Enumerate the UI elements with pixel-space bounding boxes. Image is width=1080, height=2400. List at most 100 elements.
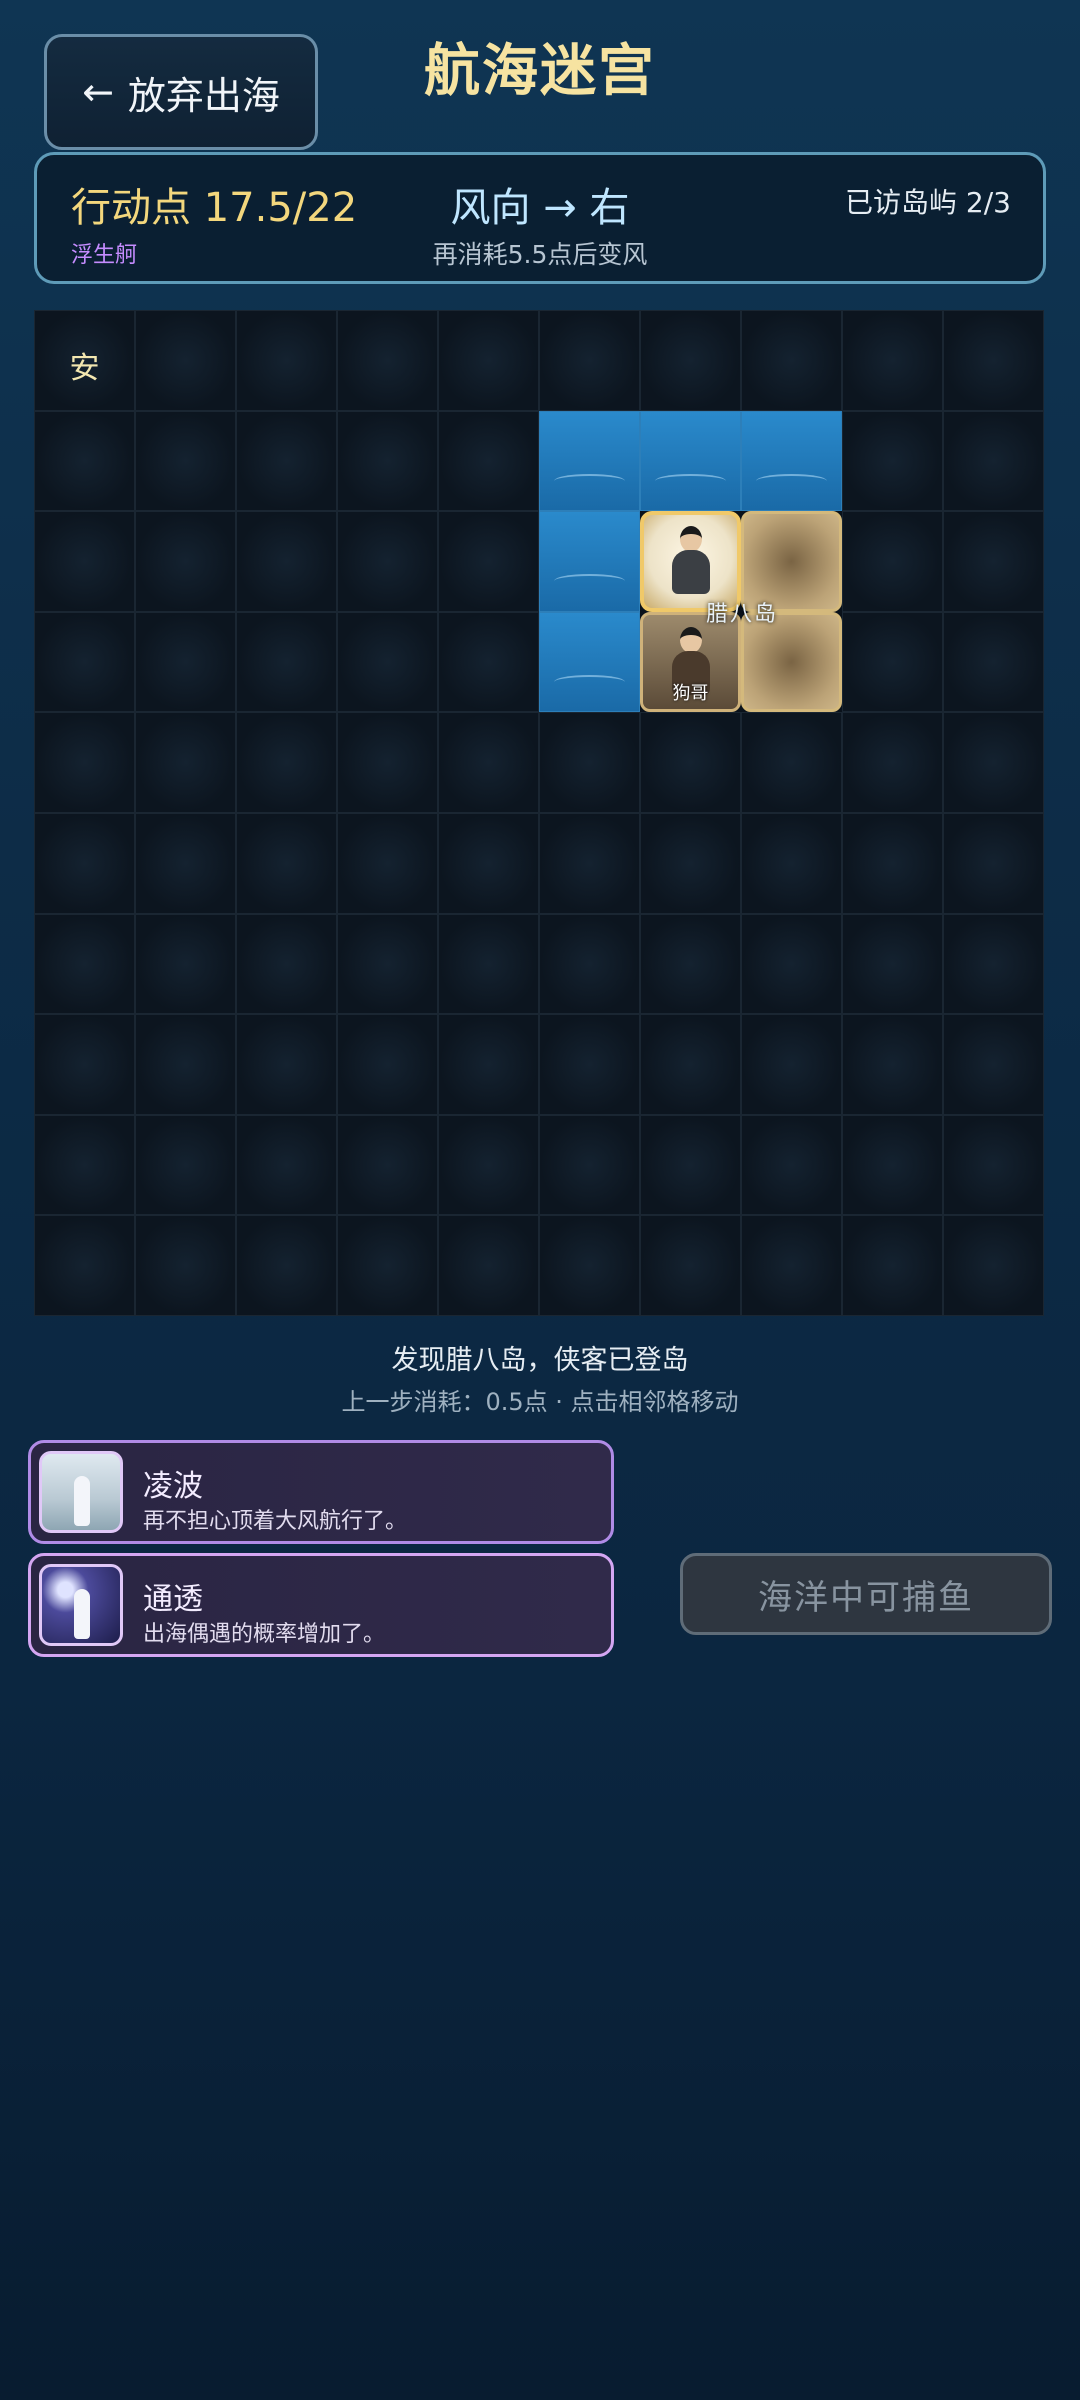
map-cell-fog[interactable] — [337, 913, 438, 1015]
map-cell-fog[interactable] — [438, 511, 539, 612]
map-cell-fog[interactable] — [337, 310, 438, 411]
map-cell-fog[interactable] — [135, 1014, 236, 1115]
map-cell-fog[interactable] — [943, 310, 1044, 411]
map-cell-fog[interactable] — [640, 913, 741, 1015]
map-cell-fog[interactable] — [135, 712, 236, 813]
map-cell-fog[interactable] — [943, 1215, 1044, 1316]
map-cell-fog[interactable] — [236, 1014, 337, 1115]
map-cell-fog[interactable] — [34, 1014, 135, 1115]
map-cell-fog[interactable] — [34, 611, 135, 713]
map-cell-fog[interactable] — [741, 310, 842, 411]
map-cell-fog[interactable] — [842, 1215, 943, 1316]
map-cell-fog[interactable] — [438, 1014, 539, 1115]
map-cell-fog[interactable] — [640, 1215, 741, 1316]
map-cell-fog[interactable] — [438, 410, 539, 512]
map-cell-fog[interactable] — [842, 1114, 943, 1216]
map-cell-fog[interactable] — [842, 913, 943, 1015]
map-cell-fog[interactable] — [640, 1114, 741, 1216]
map-cell-fog[interactable] — [337, 1215, 438, 1316]
map-cell-fog[interactable] — [438, 1114, 539, 1216]
map-cell-fog[interactable] — [640, 1014, 741, 1115]
map-cell-fog[interactable] — [842, 310, 943, 411]
map-cell-fog[interactable] — [337, 712, 438, 813]
map-cell-fog[interactable] — [539, 812, 640, 914]
map-cell-fog[interactable] — [539, 1014, 640, 1115]
map-cell-fog[interactable] — [34, 812, 135, 914]
map-cell-fog[interactable] — [135, 1114, 236, 1216]
map-cell-fog[interactable] — [943, 410, 1044, 512]
map-cell-fog[interactable] — [741, 712, 842, 813]
map-cell-fog[interactable] — [34, 511, 135, 612]
map-cell-fog[interactable] — [337, 812, 438, 914]
map-cell-safe[interactable]: 安 — [34, 310, 135, 411]
map-cell-fog[interactable] — [539, 1215, 640, 1316]
map-cell-fog[interactable] — [438, 712, 539, 813]
map-cell-fog[interactable] — [842, 812, 943, 914]
map-cell-fog[interactable] — [741, 1215, 842, 1316]
map-cell-fog[interactable] — [842, 712, 943, 813]
map-cell-fog[interactable] — [943, 511, 1044, 612]
map-cell-fog[interactable] — [741, 913, 842, 1015]
map-cell-fog[interactable] — [943, 611, 1044, 713]
map-cell-fog[interactable] — [135, 611, 236, 713]
map-cell-fog[interactable] — [842, 511, 943, 612]
map-cell-fog[interactable] — [539, 310, 640, 411]
map-cell-sea[interactable] — [539, 410, 640, 512]
fishing-button[interactable]: 海洋中可捕鱼 — [680, 1553, 1052, 1635]
map-cell-fog[interactable] — [135, 410, 236, 512]
map-cell-fog[interactable] — [741, 1014, 842, 1115]
map-cell-fog[interactable] — [337, 410, 438, 512]
map-cell-fog[interactable] — [539, 913, 640, 1015]
map-cell-fog[interactable] — [337, 1014, 438, 1115]
map-cell-sea[interactable] — [741, 410, 842, 512]
map-cell-fog[interactable] — [943, 1114, 1044, 1216]
map-cell-fog[interactable] — [236, 410, 337, 512]
map-cell-fog[interactable] — [135, 913, 236, 1015]
map-cell-fog[interactable] — [438, 1215, 539, 1316]
map-cell-fog[interactable] — [438, 913, 539, 1015]
map-cell-fog[interactable] — [236, 611, 337, 713]
map-cell-fog[interactable] — [539, 1114, 640, 1216]
skill-card-lingbo[interactable]: 凌波 再不担心顶着大风航行了。 — [28, 1440, 614, 1544]
map-cell-fog[interactable] — [236, 1114, 337, 1216]
map-cell-sea[interactable] — [539, 611, 640, 713]
map-cell-fog[interactable] — [135, 511, 236, 612]
map-cell-fog[interactable] — [236, 1215, 337, 1316]
map-cell-fog[interactable] — [640, 310, 741, 411]
map-cell-fog[interactable] — [135, 310, 236, 411]
map-cell-fog[interactable] — [34, 913, 135, 1015]
map-cell-fog[interactable] — [539, 712, 640, 813]
map-cell-fog[interactable] — [640, 812, 741, 914]
map-cell-fog[interactable] — [337, 611, 438, 713]
map-cell-fog[interactable] — [34, 410, 135, 512]
map-cell-fog[interactable] — [943, 913, 1044, 1015]
map-cell-fog[interactable] — [842, 1014, 943, 1115]
map-cell-fog[interactable] — [943, 712, 1044, 813]
map-cell-fog[interactable] — [34, 1114, 135, 1216]
map-cell-fog[interactable] — [741, 812, 842, 914]
map-cell-fog[interactable] — [236, 310, 337, 411]
skill-card-tongtou[interactable]: 通透 出海偶遇的概率增加了。 — [28, 1553, 614, 1657]
map-cell-fog[interactable] — [438, 310, 539, 411]
map-cell-fog[interactable] — [842, 611, 943, 713]
skill-name: 凌波 — [143, 1469, 203, 1504]
map-cell-fog[interactable] — [34, 712, 135, 813]
map-cell-sea[interactable] — [539, 511, 640, 612]
map-cell-fog[interactable] — [337, 511, 438, 612]
map-cell-fog[interactable] — [135, 1215, 236, 1316]
map-cell-fog[interactable] — [438, 812, 539, 914]
map-cell-fog[interactable] — [438, 611, 539, 713]
map-cell-fog[interactable] — [236, 511, 337, 612]
map-cell-fog[interactable] — [135, 812, 236, 914]
map-cell-sea[interactable] — [640, 410, 741, 512]
map-cell-fog[interactable] — [943, 812, 1044, 914]
map-cell-fog[interactable] — [741, 1114, 842, 1216]
map-cell-fog[interactable] — [640, 712, 741, 813]
map-cell-fog[interactable] — [337, 1114, 438, 1216]
map-cell-fog[interactable] — [943, 1014, 1044, 1115]
map-cell-fog[interactable] — [842, 410, 943, 512]
map-cell-fog[interactable] — [236, 913, 337, 1015]
map-cell-fog[interactable] — [236, 812, 337, 914]
map-cell-fog[interactable] — [34, 1215, 135, 1316]
map-cell-fog[interactable] — [236, 712, 337, 813]
